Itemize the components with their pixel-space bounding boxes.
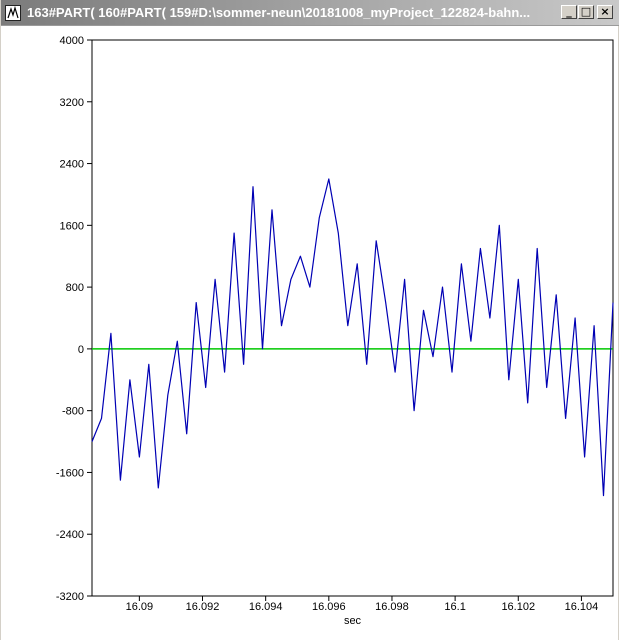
x-tick-label: 16.094 [249, 601, 283, 613]
y-tick-label: 800 [66, 282, 84, 294]
y-tick-label: -800 [62, 406, 84, 418]
y-tick-label: 1600 [60, 220, 84, 232]
chart-labels: 4000 3200 2400 1600 800 0 -800 -1600 -2400 -3200 1… [56, 35, 598, 627]
y-tick-label: 2400 [60, 159, 84, 171]
x-tick-label: 16.092 [186, 601, 220, 613]
x-tick-label: 16.1 [444, 601, 465, 613]
maximize-button[interactable]: □ [578, 5, 594, 19]
x-tick-label: 16.104 [565, 601, 599, 613]
y-tick-label: 0 [78, 344, 84, 356]
signal-series-line [91, 178, 614, 497]
y-tick-label: -3200 [56, 591, 84, 603]
x-axis-label: sec [344, 615, 362, 627]
chart-axes [87, 39, 614, 601]
minimize-button[interactable]: _ [561, 5, 577, 19]
title-bar[interactable]: 163#PART( 160#PART( 159#D:\sommer-neun\2… [1, 0, 619, 26]
y-tick-label: -2400 [56, 529, 84, 541]
y-tick-label: -1600 [56, 467, 84, 479]
y-tick-label: 3200 [60, 97, 84, 109]
y-tick-label: 4000 [60, 35, 84, 47]
x-tick-label: 16.096 [312, 601, 346, 613]
x-tick-label: 16.09 [126, 601, 154, 613]
x-tick-label: 16.102 [501, 601, 535, 613]
close-button[interactable]: × [597, 5, 613, 19]
app-icon[interactable] [5, 5, 21, 21]
window-title: 163#PART( 160#PART( 159#D:\sommer-neun\2… [27, 5, 531, 20]
chart-marks [91, 178, 614, 497]
plot-frame [91, 39, 614, 597]
chart-plot: 4000 3200 2400 1600 800 0 -800 -1600 -2400 -3200 1… [56, 35, 614, 627]
chart-window: 163#PART( 160#PART( 159#D:\sommer-neun\2… [0, 0, 619, 640]
x-tick-label: 16.098 [375, 601, 409, 613]
